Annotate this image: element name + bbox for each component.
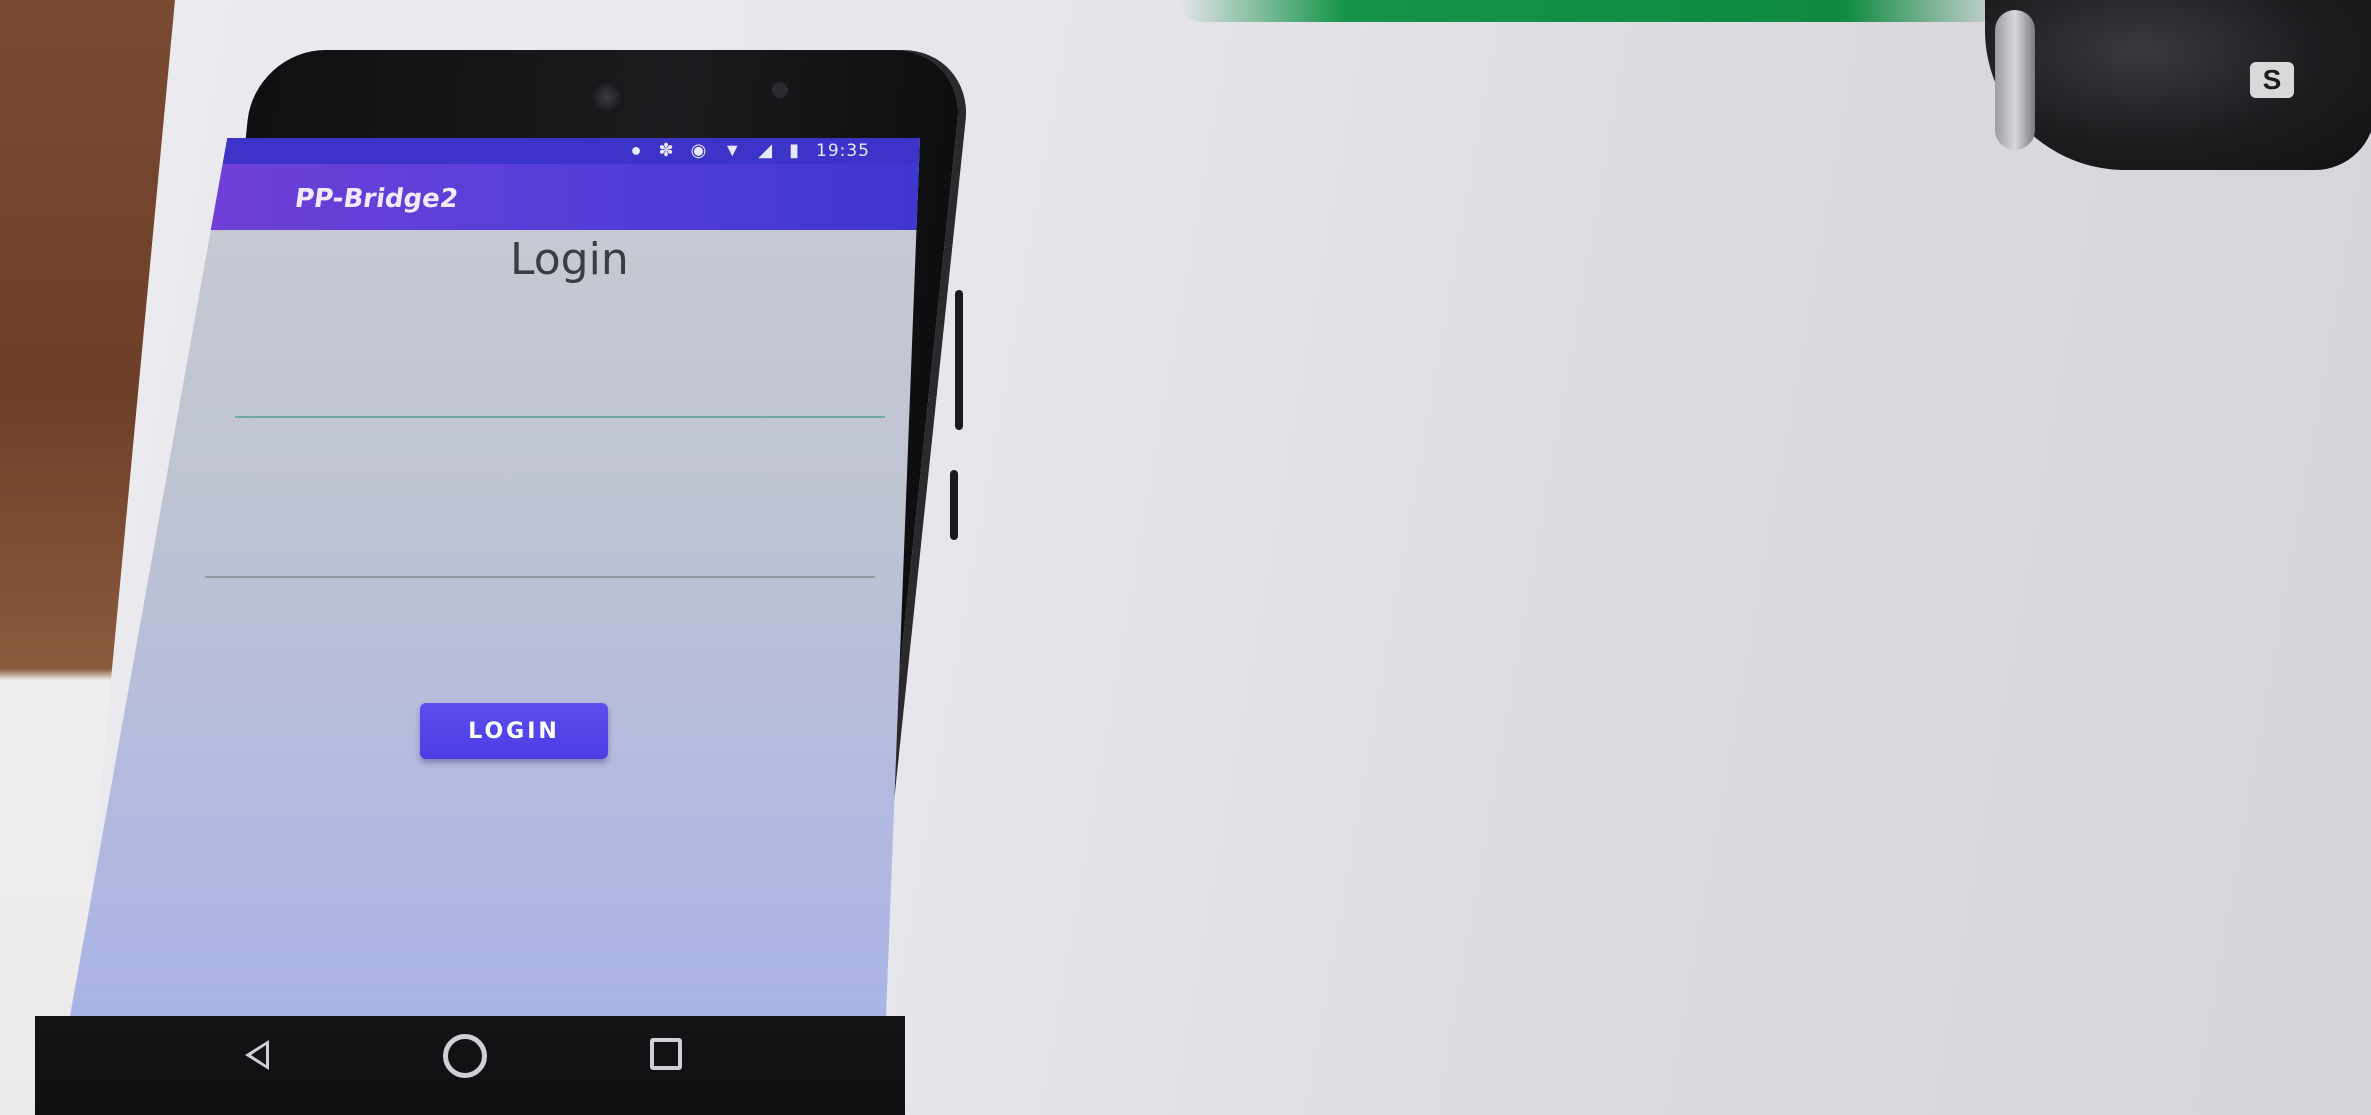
- smartwatch: [1985, 0, 2371, 170]
- back-icon[interactable]: [245, 1040, 269, 1070]
- power-button[interactable]: [950, 470, 958, 540]
- smartwatch-bezel: [1995, 10, 2035, 150]
- home-icon[interactable]: [443, 1034, 487, 1078]
- page-title: Login: [510, 234, 629, 285]
- status-icons: ● ✽ ◉ ▼ ◢ ▮ 19:35: [631, 140, 870, 161]
- signal-icon: ◢: [758, 140, 779, 160]
- password-field[interactable]: [205, 576, 875, 578]
- location-icon: ●: [630, 140, 648, 160]
- login-button[interactable]: LOGIN: [420, 703, 608, 759]
- battery-icon: ▮: [789, 140, 805, 160]
- phone-screen: ● ✽ ◉ ▼ ◢ ▮ 19:35 PP-Bridge2 Login LOGIN: [70, 138, 920, 1016]
- front-camera: [590, 80, 624, 114]
- recents-icon[interactable]: [650, 1038, 682, 1070]
- smartwatch-logo: S: [2250, 62, 2294, 98]
- app-bar: PP-Bridge2: [70, 164, 920, 230]
- message-icon: ◉: [690, 140, 713, 160]
- photo-scene: S ● ✽ ◉ ▼ ◢ ▮ 19:35 PP-Bridge2 Login LOG…: [0, 0, 2371, 1115]
- status-time: 19:35: [816, 141, 870, 161]
- wifi-icon: ▼: [723, 140, 748, 160]
- navigation-bar: [35, 1016, 905, 1115]
- bluetooth-icon: ✽: [658, 140, 680, 160]
- volume-button[interactable]: [955, 290, 963, 430]
- app-title: PP-Bridge2: [292, 184, 461, 214]
- status-bar: ● ✽ ◉ ▼ ◢ ▮ 19:35: [70, 138, 920, 164]
- proximity-sensor: [772, 82, 788, 98]
- username-field[interactable]: [235, 416, 885, 418]
- green-object: [1180, 0, 2010, 22]
